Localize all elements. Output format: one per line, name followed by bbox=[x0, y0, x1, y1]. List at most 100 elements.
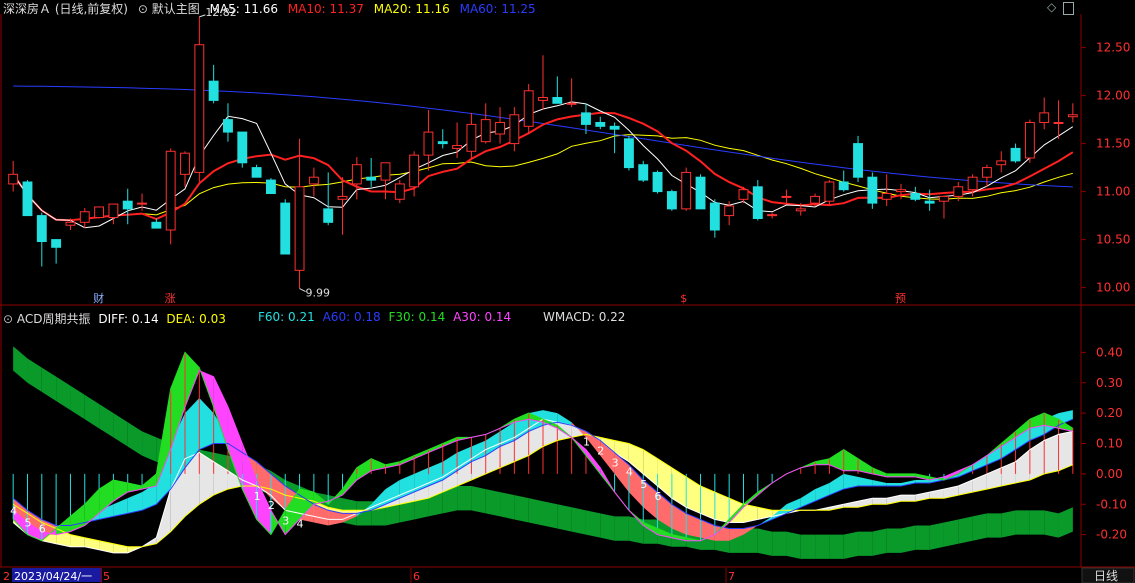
candle bbox=[122, 200, 133, 210]
wmacd-band bbox=[514, 495, 529, 523]
f30-a30-band bbox=[70, 504, 85, 532]
candle bbox=[695, 176, 706, 210]
diff-dea-band bbox=[714, 492, 730, 523]
diff-dea-band bbox=[1029, 440, 1045, 480]
counter-label: 1 bbox=[254, 490, 261, 503]
candle bbox=[581, 112, 591, 125]
indicator-tick-label: 0.00 bbox=[1096, 467, 1123, 481]
wmacd-band bbox=[13, 346, 28, 383]
diff-dea-band bbox=[1044, 434, 1059, 474]
candle bbox=[838, 181, 849, 191]
candlestick-plot[interactable]: 12.82 9.99 财 涨 $ 预 bbox=[8, 6, 1078, 305]
wmacd-band bbox=[500, 492, 515, 520]
wmacd-band bbox=[757, 528, 773, 556]
wmacd-band bbox=[457, 486, 472, 511]
event-marker: 预 bbox=[895, 292, 906, 305]
candle bbox=[294, 186, 305, 271]
wmacd-band bbox=[571, 507, 586, 535]
indicator-tick-label: 0.10 bbox=[1096, 437, 1123, 451]
diff-dea-band bbox=[671, 467, 687, 508]
left-marker: 2 bbox=[3, 570, 10, 583]
candle bbox=[824, 181, 835, 202]
counter-label: 2 bbox=[268, 499, 275, 512]
candle bbox=[223, 119, 233, 133]
candle bbox=[738, 189, 749, 200]
chart-canvas[interactable]: 12.829.99财涨 $ 预 45 6123 4123456 10.0010.5011… bbox=[0, 0, 1135, 583]
candle bbox=[881, 193, 892, 200]
month-label: 7 bbox=[728, 570, 735, 583]
diff-dea-band bbox=[1015, 449, 1030, 483]
wmacd-band bbox=[557, 504, 572, 532]
wmacd-band bbox=[585, 510, 601, 538]
candle bbox=[652, 171, 663, 193]
counter-label: 4 bbox=[626, 466, 633, 479]
candle bbox=[108, 203, 119, 219]
period-tab-label[interactable]: 日线 bbox=[1094, 569, 1118, 583]
candle bbox=[366, 176, 377, 181]
price-tick-label: 11.00 bbox=[1096, 185, 1130, 199]
candle bbox=[752, 186, 763, 219]
candle bbox=[509, 114, 520, 145]
candle bbox=[953, 186, 964, 197]
wmacd-band bbox=[56, 376, 71, 411]
candle bbox=[981, 167, 992, 178]
annotation-value: 9.99 bbox=[306, 287, 331, 300]
counter-label: 3 bbox=[612, 457, 619, 470]
candle bbox=[8, 173, 19, 185]
candle bbox=[1024, 121, 1035, 159]
candle bbox=[380, 162, 391, 181]
candle bbox=[1067, 114, 1078, 118]
wmacd-band bbox=[972, 513, 987, 541]
wmacd-band bbox=[929, 522, 944, 550]
wmacd-band bbox=[113, 413, 128, 447]
candle bbox=[623, 138, 634, 169]
indicator-tick-label: 0.40 bbox=[1096, 345, 1123, 359]
wmacd-band bbox=[543, 501, 558, 529]
indicator-plot[interactable]: 45 6123 4123456 bbox=[10, 346, 1074, 559]
wmacd-band bbox=[800, 534, 816, 559]
candle bbox=[609, 125, 620, 130]
candle bbox=[437, 141, 448, 145]
candle bbox=[308, 176, 319, 185]
candle bbox=[795, 208, 806, 212]
wmacd-band bbox=[1058, 507, 1073, 538]
wmacd-band bbox=[142, 431, 157, 462]
candle bbox=[595, 121, 606, 127]
candle bbox=[409, 154, 420, 188]
wmacd-band bbox=[858, 531, 873, 556]
counter-label: 1 bbox=[583, 435, 590, 448]
candle bbox=[853, 143, 863, 178]
date-label: 2023/04/24/一 bbox=[14, 570, 92, 583]
candle bbox=[495, 121, 505, 135]
price-tick-label: 12.00 bbox=[1096, 89, 1130, 103]
wmacd-band bbox=[886, 528, 901, 553]
wmacd-band bbox=[485, 489, 501, 517]
price-tick-label: 10.00 bbox=[1096, 281, 1130, 295]
candle bbox=[180, 152, 190, 175]
candle bbox=[910, 193, 921, 200]
wmacd-band bbox=[1044, 510, 1059, 538]
candle bbox=[337, 195, 348, 200]
diff-dea-band bbox=[1058, 431, 1073, 471]
candle bbox=[79, 211, 90, 223]
event-marker: 财 bbox=[93, 291, 104, 305]
wmacd-band bbox=[943, 519, 959, 547]
wmacd-band bbox=[471, 486, 486, 514]
wmacd-band bbox=[1001, 510, 1016, 538]
event-marker: 涨 bbox=[165, 292, 176, 305]
indicator-tick-label: -0.10 bbox=[1096, 497, 1127, 511]
candle bbox=[151, 221, 162, 229]
wmacd-band bbox=[99, 404, 114, 438]
candle bbox=[280, 202, 291, 255]
month-label: 5 bbox=[103, 570, 110, 583]
counter-label: 4 bbox=[10, 504, 17, 517]
wmacd-band bbox=[986, 513, 1002, 538]
candle bbox=[251, 167, 262, 178]
f60-a60-band bbox=[858, 476, 873, 487]
candle bbox=[967, 176, 978, 191]
low-annotation: 9.99 bbox=[299, 287, 331, 300]
wmacd-band bbox=[815, 534, 830, 559]
candle bbox=[480, 119, 491, 143]
candle bbox=[767, 214, 778, 217]
candle bbox=[466, 123, 477, 152]
